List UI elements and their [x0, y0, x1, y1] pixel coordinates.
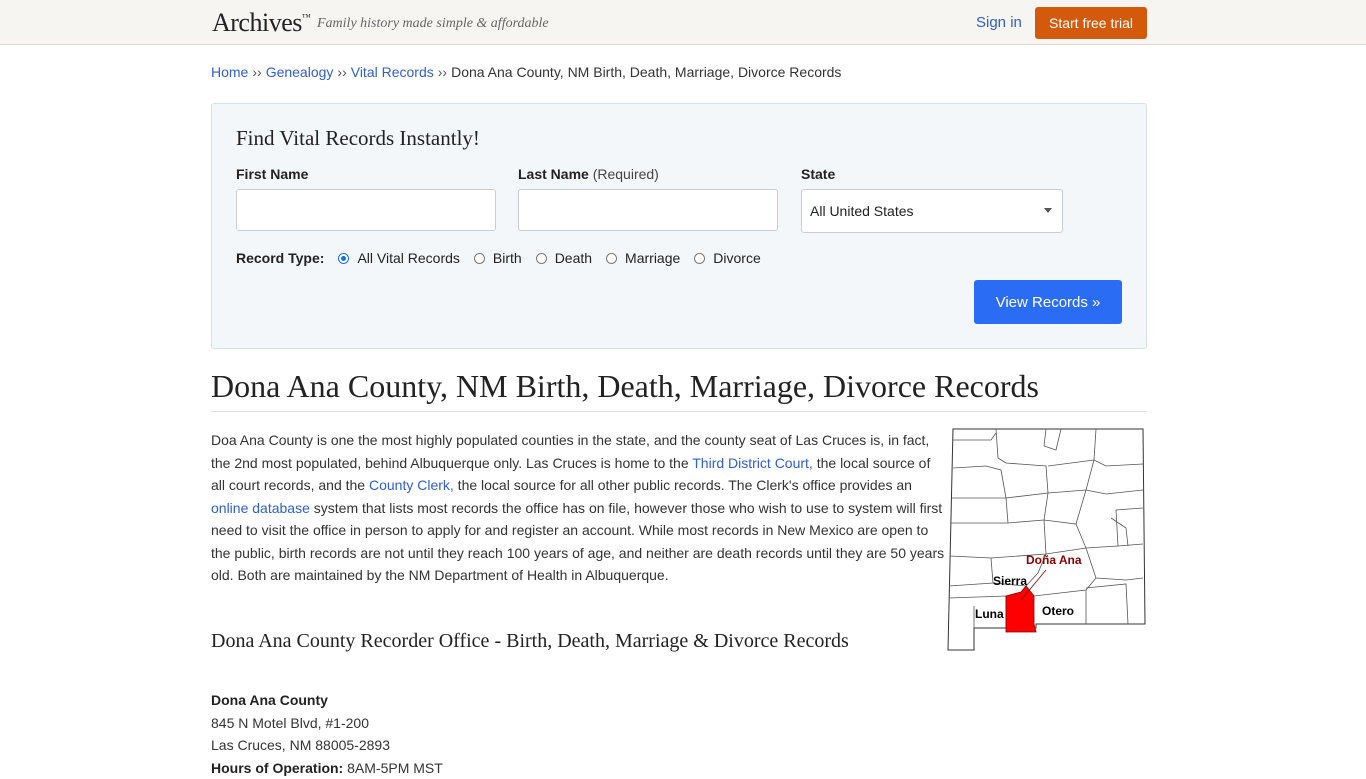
county-clerk-link[interactable]: County Clerk, — [369, 477, 454, 493]
first-name-input[interactable] — [236, 189, 496, 231]
radio-button[interactable] — [536, 253, 547, 264]
radio-button[interactable] — [694, 253, 705, 264]
radio-divorce[interactable]: Divorce — [694, 250, 760, 266]
search-form: Find Vital Records Instantly! First Name… — [211, 103, 1147, 349]
breadcrumb-current: Dona Ana County, NM Birth, Death, Marria… — [451, 64, 841, 80]
state-select[interactable]: All United States — [801, 189, 1063, 233]
office-address-line2: Las Cruces, NM 88005-2893 — [211, 734, 443, 757]
start-free-trial-button[interactable]: Start free trial — [1035, 7, 1147, 39]
breadcrumb-genealogy[interactable]: Genealogy — [266, 64, 334, 80]
last-name-label: Last Name (Required) — [518, 166, 659, 182]
logo-trademark: ™ — [302, 12, 310, 22]
radio-label: Death — [555, 250, 592, 266]
required-note: (Required) — [593, 166, 659, 182]
radio-button[interactable] — [474, 253, 485, 264]
search-title: Find Vital Records Instantly! — [236, 126, 480, 151]
sign-in-link[interactable]: Sign in — [976, 14, 1022, 31]
radio-label: Birth — [493, 250, 522, 266]
site-logo[interactable]: Archives™ — [212, 8, 310, 38]
state-select-value: All United States — [810, 203, 914, 219]
record-type-label: Record Type: — [236, 250, 324, 266]
online-database-link[interactable]: online database — [211, 500, 310, 516]
recorder-office-heading: Dona Ana County Recorder Office - Birth,… — [211, 630, 849, 653]
radio-birth[interactable]: Birth — [474, 250, 522, 266]
map-label-otero: Otero — [1042, 604, 1074, 618]
new-mexico-county-map: Doña Ana Sierra Luna Otero — [946, 428, 1148, 652]
state-label: State — [801, 166, 835, 182]
radio-label: All Vital Records — [357, 250, 459, 266]
radio-button-checked[interactable] — [338, 253, 349, 264]
site-tagline: Family history made simple & affordable — [317, 16, 549, 32]
chevron-down-icon — [1044, 208, 1052, 213]
office-address-line1: 845 N Motel Blvd, #1-200 — [211, 712, 443, 735]
record-type-group: Record Type: All Vital Records Birth Dea… — [236, 250, 775, 266]
radio-death[interactable]: Death — [536, 250, 592, 266]
radio-all-vital-records[interactable]: All Vital Records — [338, 250, 459, 266]
breadcrumb: Home››Genealogy››Vital Records››Dona Ana… — [211, 64, 841, 80]
radio-label: Marriage — [625, 250, 680, 266]
map-label-sierra: Sierra — [993, 574, 1027, 588]
view-records-button[interactable]: View Records » — [974, 280, 1122, 324]
title-divider — [211, 411, 1147, 412]
third-district-court-link[interactable]: Third District Court, — [692, 455, 813, 471]
office-name: Dona Ana County — [211, 689, 443, 712]
breadcrumb-vital-records[interactable]: Vital Records — [351, 64, 434, 80]
last-name-input[interactable] — [518, 189, 778, 231]
page-title: Dona Ana County, NM Birth, Death, Marria… — [211, 368, 1039, 405]
radio-label: Divorce — [713, 250, 760, 266]
breadcrumb-home[interactable]: Home — [211, 64, 248, 80]
top-bar: Archives™ Family history made simple & a… — [0, 0, 1366, 45]
map-label-dona-ana: Doña Ana — [1026, 553, 1082, 567]
state-label-text: State — [801, 166, 835, 182]
first-name-label: First Name — [236, 166, 308, 182]
last-name-label-text: Last Name — [518, 166, 589, 182]
intro-paragraph: Doa Ana County is one the most highly po… — [211, 429, 946, 587]
breadcrumb-separator: ›› — [337, 64, 346, 80]
radio-button[interactable] — [606, 253, 617, 264]
office-info: Dona Ana County 845 N Motel Blvd, #1-200… — [211, 689, 443, 779]
intro-text: system that lists most records the offic… — [211, 500, 944, 584]
intro-text: the local source for all other public re… — [454, 477, 912, 493]
breadcrumb-separator: ›› — [438, 64, 447, 80]
radio-marriage[interactable]: Marriage — [606, 250, 680, 266]
breadcrumb-separator: ›› — [252, 64, 261, 80]
logo-text: Archives — [212, 8, 302, 37]
first-name-label-text: First Name — [236, 166, 308, 182]
map-label-luna: Luna — [975, 607, 1004, 621]
